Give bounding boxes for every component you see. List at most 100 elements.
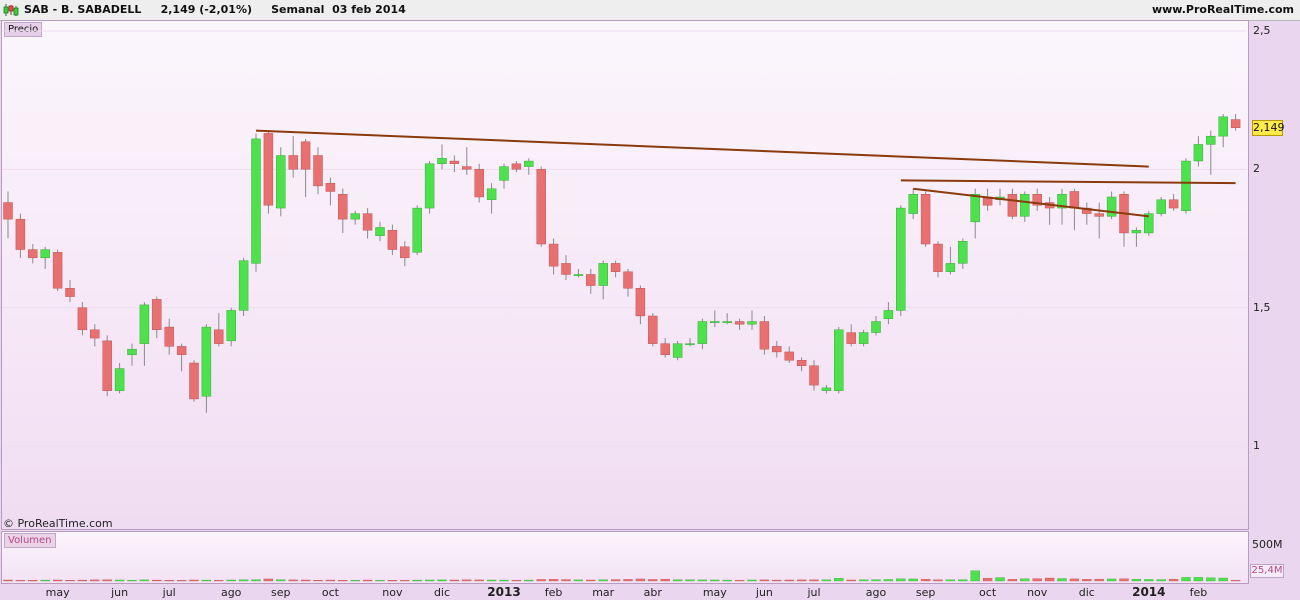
candle-body	[437, 158, 447, 164]
candle	[1094, 202, 1104, 239]
candle	[1168, 194, 1179, 211]
volume-bar	[164, 579, 174, 582]
candle-body	[561, 263, 571, 275]
candle	[52, 249, 63, 292]
candle-body	[1094, 213, 1104, 217]
volume-bar	[77, 579, 88, 582]
candle	[114, 363, 125, 394]
volume-bar	[437, 579, 447, 582]
candle-body	[722, 321, 732, 323]
candle	[375, 221, 385, 242]
candle-body	[201, 326, 212, 397]
candle	[722, 313, 732, 325]
candle	[958, 238, 968, 269]
volume-bar	[648, 579, 658, 582]
volume-bar	[995, 577, 1005, 582]
volume-bar	[982, 578, 993, 582]
volume-bar	[958, 579, 968, 582]
volume-bar	[573, 579, 584, 582]
volume-bar	[1168, 578, 1179, 582]
volume-bar	[1144, 579, 1154, 582]
candle	[238, 257, 249, 316]
price-tick-label: 2,5	[1253, 24, 1271, 37]
candle-body	[77, 307, 88, 330]
candle	[796, 357, 807, 372]
candle-body	[970, 194, 980, 223]
volume-bar	[263, 578, 274, 582]
volume-bar	[1094, 578, 1104, 582]
time-axis[interactable]: may jun jul ago sep oct nov dic 2013 feb mar abr may…	[0, 583, 1250, 600]
candle-body	[796, 360, 807, 366]
candle	[660, 338, 670, 358]
candle	[784, 346, 794, 363]
candle	[28, 244, 38, 264]
candle	[499, 163, 509, 189]
candle	[573, 268, 584, 278]
candle	[1144, 210, 1154, 236]
volume-bar	[635, 578, 646, 582]
volume-bar	[238, 579, 249, 582]
time-tick-label: jul	[807, 586, 821, 599]
volume-bar	[747, 579, 757, 582]
candle-body	[635, 288, 646, 317]
volume-bar	[412, 579, 422, 582]
candle-body	[338, 194, 348, 220]
candle	[846, 324, 856, 347]
candle-body	[486, 188, 497, 200]
volume-bar	[710, 579, 720, 582]
candle-body	[1106, 196, 1117, 217]
volume-bar	[1057, 578, 1067, 582]
candle-body	[499, 166, 509, 181]
candle-body	[189, 362, 199, 400]
trendline[interactable]	[255, 129, 1149, 168]
volume-bar	[685, 579, 695, 582]
candle	[1156, 197, 1166, 217]
volume-bar	[821, 579, 832, 582]
candle	[734, 318, 745, 330]
candle	[858, 329, 869, 347]
time-tick-label: 2013	[487, 585, 521, 599]
volume-bar	[1032, 578, 1042, 582]
candle	[561, 255, 571, 280]
candle-body	[511, 163, 522, 170]
candle-body	[40, 249, 50, 259]
candle	[821, 385, 832, 394]
candle-body	[610, 263, 621, 272]
candle-body	[400, 246, 410, 259]
candle	[462, 147, 472, 175]
candle	[1106, 191, 1117, 220]
candle-body	[573, 274, 584, 276]
candle	[524, 158, 534, 175]
last-price-badge: 2,149	[1252, 120, 1285, 136]
candle	[871, 315, 881, 336]
volume-bar	[474, 579, 484, 582]
candle	[263, 130, 274, 214]
volume-bar	[288, 579, 298, 582]
candle-body	[325, 182, 336, 192]
candle	[598, 260, 608, 300]
volume-bar	[846, 579, 856, 582]
volume-bar	[114, 579, 125, 582]
candle	[214, 313, 224, 347]
candle-body	[1181, 160, 1191, 212]
candle-body	[102, 340, 112, 391]
candle	[995, 188, 1005, 206]
candle	[152, 296, 162, 339]
candle	[548, 238, 559, 275]
candle	[176, 343, 187, 372]
volume-bar	[176, 580, 187, 582]
volume-bar	[1156, 579, 1166, 582]
volume-bar	[784, 579, 794, 582]
candle-body	[375, 227, 385, 236]
candle-body	[350, 213, 360, 220]
candle	[276, 147, 286, 217]
volume-bar	[338, 580, 348, 582]
candle	[1181, 158, 1191, 214]
candle	[1020, 191, 1030, 222]
candle-body	[933, 243, 943, 272]
volume-bar	[722, 579, 732, 582]
candle	[685, 338, 695, 347]
candle	[1131, 227, 1142, 247]
candle-body	[784, 351, 794, 361]
volume-bar	[3, 579, 13, 582]
